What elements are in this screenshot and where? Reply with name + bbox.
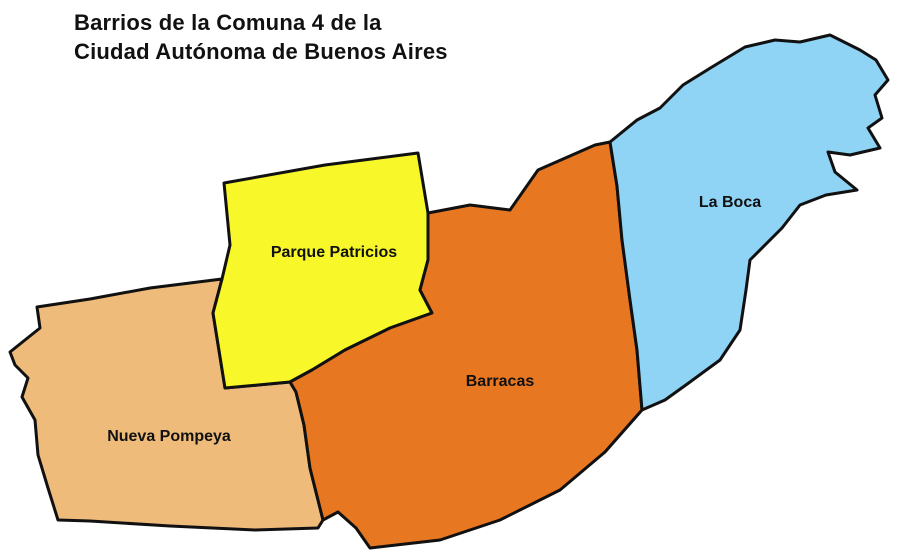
label-la-boca: La Boca xyxy=(699,194,761,211)
label-barracas: Barracas xyxy=(466,373,535,390)
comuna-4-map: La Boca Barracas Parque Patricios Nueva … xyxy=(8,33,890,550)
label-nueva-pompeya: Nueva Pompeya xyxy=(107,428,231,445)
label-parque-patricios: Parque Patricios xyxy=(271,244,397,261)
district-la-boca[interactable] xyxy=(608,33,890,412)
